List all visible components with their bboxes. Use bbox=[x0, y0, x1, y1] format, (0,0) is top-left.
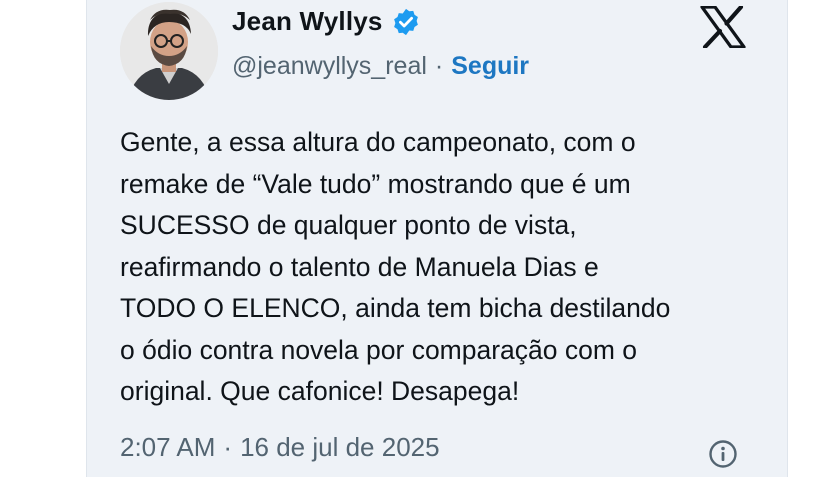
avatar[interactable] bbox=[120, 2, 218, 100]
tweet-line: remake de “Vale tudo” mostrando que é um bbox=[120, 168, 631, 199]
author-name-row: Jean Wyllys bbox=[232, 6, 421, 37]
tweet-line: original. Que cafonice! Desapega! bbox=[120, 376, 520, 406]
tweet-text: Gente, a essa altura do campeonato, com … bbox=[120, 122, 760, 413]
verified-badge-icon bbox=[391, 7, 421, 37]
tweet-line: Gente, a essa altura do campeonato, com … bbox=[120, 127, 636, 157]
tweet-meta: 2:07 AM · 16 de jul de 2025 bbox=[120, 432, 440, 463]
tweet-date[interactable]: 16 de jul de 2025 bbox=[240, 432, 440, 463]
tweet-line: TODO O ELENCO, ainda tem bicha destiland… bbox=[120, 293, 671, 323]
tweet-line: o ódio contra novela por comparação com … bbox=[120, 334, 638, 365]
meta-separator: · bbox=[223, 432, 233, 462]
tweet-time[interactable]: 2:07 AM bbox=[120, 432, 215, 463]
tweet-line: SUCESSO de qualquer ponto de vista, bbox=[120, 210, 577, 240]
follow-button[interactable]: Seguir bbox=[451, 52, 529, 81]
separator-dot: · bbox=[434, 52, 444, 80]
handle-row: @jeanwyllys_real · Seguir bbox=[232, 52, 529, 81]
tweet-line: reafirmando o talento de Manuela Dias e bbox=[120, 251, 599, 282]
info-icon[interactable] bbox=[708, 439, 738, 469]
author-name[interactable]: Jean Wyllys bbox=[232, 6, 383, 37]
author-handle[interactable]: @jeanwyllys_real bbox=[232, 52, 427, 81]
avatar-image bbox=[120, 2, 218, 100]
x-logo-icon[interactable] bbox=[700, 4, 746, 50]
